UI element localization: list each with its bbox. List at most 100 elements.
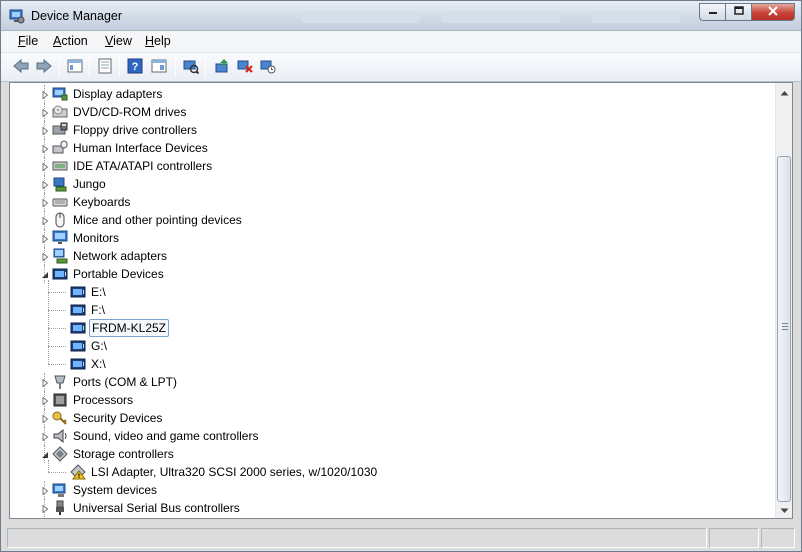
expand-triangle-icon[interactable] bbox=[40, 486, 49, 495]
tree-category[interactable]: Keyboards bbox=[52, 193, 132, 211]
tree-item-label: Processors bbox=[73, 393, 134, 407]
collapse-triangle-icon[interactable] bbox=[40, 450, 49, 459]
close-button[interactable] bbox=[751, 3, 795, 21]
forward-arrow-icon bbox=[35, 58, 53, 77]
status-pane-tertiary bbox=[761, 528, 795, 548]
menu-action[interactable]: Action bbox=[53, 34, 88, 48]
floppy-controller-icon bbox=[52, 122, 68, 138]
menu-view[interactable]: View bbox=[105, 34, 132, 48]
menu-help[interactable]: Help bbox=[145, 34, 171, 48]
tree-category[interactable]: Processors bbox=[52, 391, 135, 409]
tree-item-label: Mice and other pointing devices bbox=[73, 213, 242, 227]
uninstall-button[interactable] bbox=[235, 57, 255, 77]
properties-icon bbox=[97, 58, 113, 77]
back-button[interactable] bbox=[11, 57, 31, 77]
expand-triangle-icon[interactable] bbox=[40, 252, 49, 261]
device-manager-icon bbox=[9, 8, 25, 24]
expand-triangle-icon[interactable] bbox=[40, 216, 49, 225]
portable-device-icon bbox=[70, 320, 86, 336]
vertical-scrollbar[interactable] bbox=[775, 83, 792, 518]
tree-category[interactable]: Portable Devices bbox=[52, 265, 166, 283]
minimize-icon bbox=[708, 7, 718, 18]
tree-item-label: F:\ bbox=[91, 303, 105, 317]
tree-category[interactable]: Security Devices bbox=[52, 409, 164, 427]
update-driver-button[interactable] bbox=[212, 57, 232, 77]
expand-triangle-icon[interactable] bbox=[40, 162, 49, 171]
tree-device[interactable]: F:\ bbox=[70, 301, 107, 319]
tree-device[interactable]: E:\ bbox=[70, 283, 108, 301]
collapse-triangle-icon[interactable] bbox=[40, 270, 49, 279]
title-bar[interactable]: Device Manager bbox=[1, 1, 801, 31]
processor-icon bbox=[52, 392, 68, 408]
tree-item-label: Network adapters bbox=[73, 249, 168, 263]
action-pane-button[interactable] bbox=[149, 57, 169, 77]
tree-category[interactable]: Jungo bbox=[52, 175, 108, 193]
properties-button[interactable] bbox=[95, 57, 115, 77]
help-button[interactable]: ? bbox=[125, 57, 145, 77]
menu-file-rest: ile bbox=[25, 34, 39, 48]
minimize-button[interactable] bbox=[699, 3, 725, 21]
tree-category[interactable]: Universal Serial Bus controllers bbox=[52, 499, 242, 517]
scroll-thumb[interactable] bbox=[777, 156, 791, 502]
expand-triangle-icon[interactable] bbox=[40, 432, 49, 441]
menu-file-accelerator: F bbox=[18, 34, 26, 48]
scroll-up-button[interactable] bbox=[776, 83, 792, 100]
tree-category[interactable]: Network adapters bbox=[52, 247, 169, 265]
tree-device[interactable]: X:\ bbox=[70, 355, 108, 373]
expand-triangle-icon[interactable] bbox=[40, 108, 49, 117]
expand-triangle-icon[interactable] bbox=[40, 126, 49, 135]
tree-category[interactable]: IDE ATA/ATAPI controllers bbox=[52, 157, 214, 175]
tree-category[interactable]: Floppy drive controllers bbox=[52, 121, 199, 139]
tree-connector bbox=[48, 328, 66, 329]
usb-icon bbox=[52, 500, 68, 516]
tree-category[interactable]: DVD/CD-ROM drives bbox=[52, 103, 188, 121]
expand-triangle-icon[interactable] bbox=[40, 414, 49, 423]
dvd-drive-icon bbox=[52, 104, 68, 120]
tree-item-label: DVD/CD-ROM drives bbox=[73, 105, 187, 119]
tree-category[interactable]: Monitors bbox=[52, 229, 121, 247]
maximize-button[interactable] bbox=[725, 3, 751, 21]
status-pane-secondary bbox=[709, 528, 759, 548]
scan-hardware-changes-icon bbox=[183, 58, 200, 77]
tree-device[interactable]: G:\ bbox=[70, 337, 109, 355]
tree-item-label: Sound, video and game controllers bbox=[73, 429, 259, 443]
expand-triangle-icon[interactable] bbox=[40, 504, 49, 513]
back-arrow-icon bbox=[12, 58, 30, 77]
portable-device-icon bbox=[52, 266, 68, 282]
tree-item-label: Ports (COM & LPT) bbox=[73, 375, 178, 389]
hid-icon bbox=[52, 140, 68, 156]
tree-connector bbox=[48, 460, 49, 472]
status-bar bbox=[1, 525, 801, 551]
tree-category[interactable]: Storage controllers bbox=[52, 445, 176, 463]
tree-category[interactable]: Ports (COM & LPT) bbox=[52, 373, 179, 391]
action-pane-icon bbox=[151, 58, 167, 77]
expand-triangle-icon[interactable] bbox=[40, 144, 49, 153]
tree-category[interactable]: Display adapters bbox=[52, 85, 164, 103]
tree-device[interactable]: FRDM-KL25Z bbox=[70, 319, 170, 337]
scroll-grip bbox=[782, 326, 788, 327]
expand-triangle-icon[interactable] bbox=[40, 396, 49, 405]
expand-triangle-icon[interactable] bbox=[40, 234, 49, 243]
ide-controller-icon bbox=[52, 158, 68, 174]
scroll-down-button[interactable] bbox=[776, 501, 792, 518]
expand-triangle-icon[interactable] bbox=[40, 90, 49, 99]
storage-controller-icon bbox=[52, 446, 68, 462]
tree-connector bbox=[48, 310, 66, 311]
tree-category[interactable]: Mice and other pointing devices bbox=[52, 211, 244, 229]
scroll-grip bbox=[782, 323, 788, 324]
expand-triangle-icon[interactable] bbox=[40, 180, 49, 189]
forward-button[interactable] bbox=[34, 57, 54, 77]
expand-triangle-icon[interactable] bbox=[40, 378, 49, 387]
tree-device[interactable]: LSI Adapter, Ultra320 SCSI 2000 series, … bbox=[70, 463, 379, 481]
tree-item-label: Monitors bbox=[73, 231, 120, 245]
tree-category[interactable]: Human Interface Devices bbox=[52, 139, 210, 157]
disable-device-button[interactable] bbox=[258, 57, 278, 77]
show-hide-console-tree-button[interactable] bbox=[65, 57, 85, 77]
scan-hardware-changes-button[interactable] bbox=[181, 57, 201, 77]
expand-triangle-icon[interactable] bbox=[40, 198, 49, 207]
toolbar-separator bbox=[175, 57, 176, 77]
tree-category[interactable]: System devices bbox=[52, 481, 159, 499]
menu-file[interactable]: File bbox=[18, 34, 38, 48]
key-icon bbox=[52, 410, 68, 426]
tree-category[interactable]: Sound, video and game controllers bbox=[52, 427, 260, 445]
